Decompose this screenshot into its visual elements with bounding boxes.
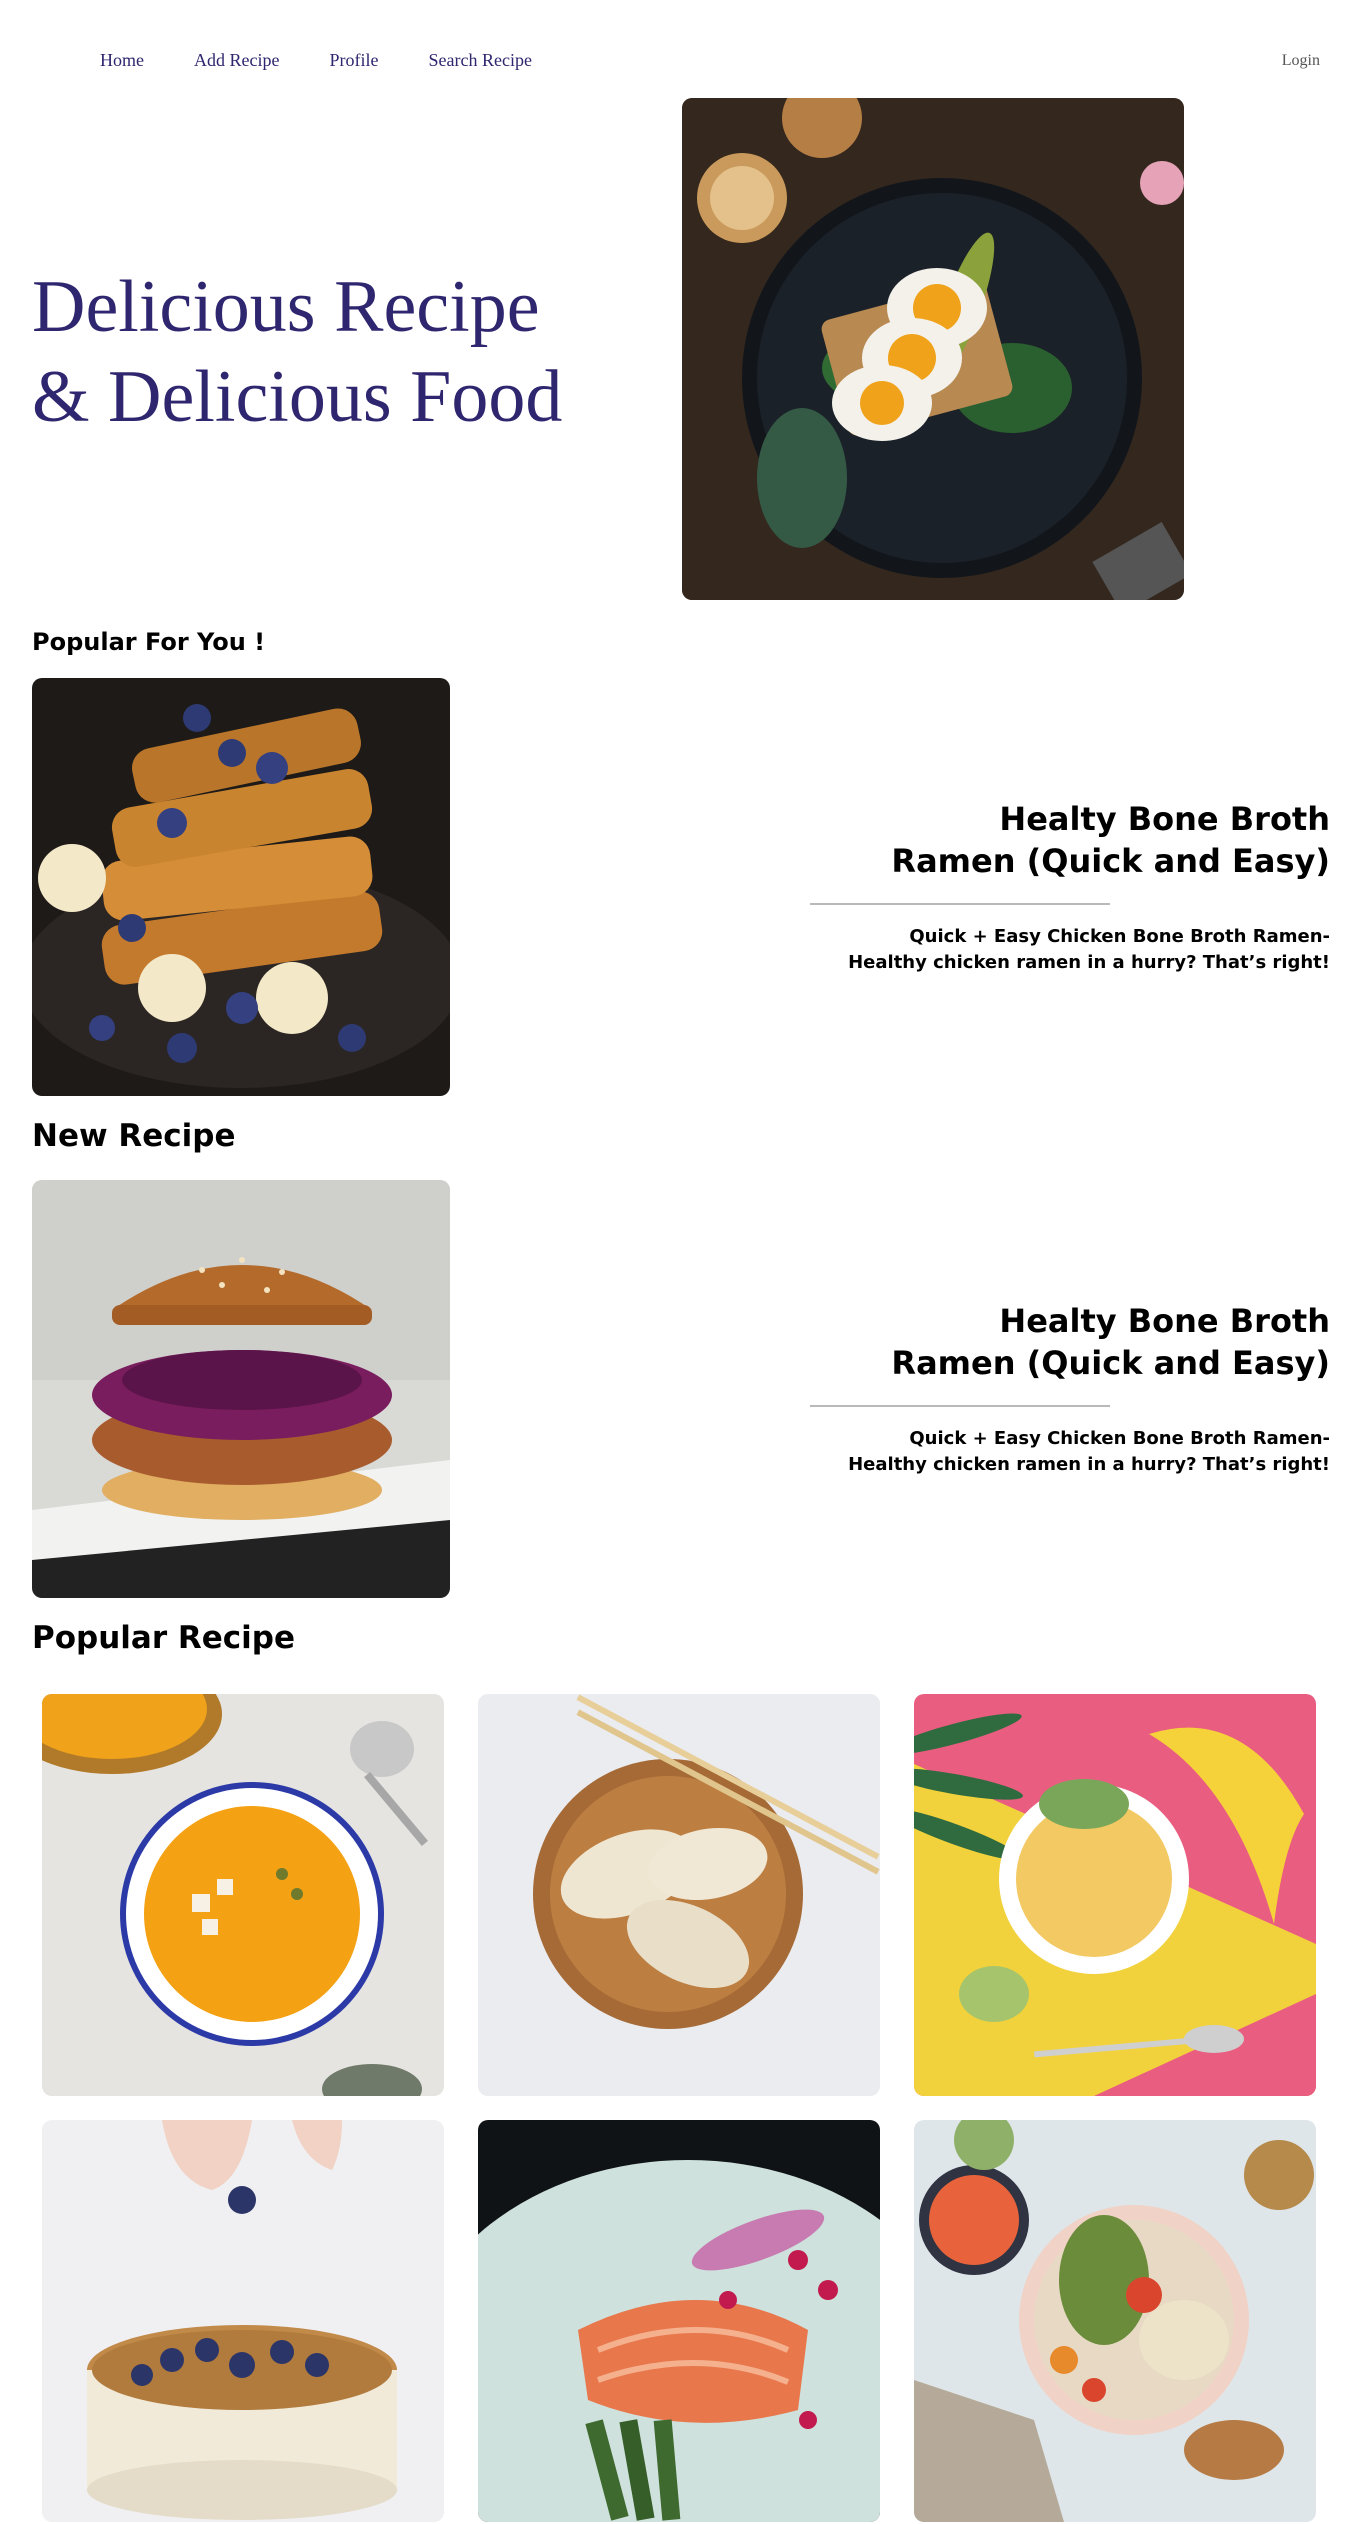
feature-2-desc-line-1: Quick + Easy Chicken Bone Broth Ramen-: [909, 1428, 1330, 1449]
nav-links: Home Add Recipe Profile Search Recipe: [100, 50, 582, 71]
nav-add-recipe-link[interactable]: Add Recipe: [194, 50, 279, 71]
recipe-card-pumpkin-soup[interactable]: [42, 1694, 444, 2096]
feature-1-divider: [810, 903, 1110, 905]
feature-1-desc-line-1: Quick + Easy Chicken Bone Broth Ramen-: [909, 926, 1330, 947]
feature-1-description: Quick + Easy Chicken Bone Broth Ramen- H…: [810, 924, 1330, 976]
recipe-card-dumplings[interactable]: [478, 1694, 880, 2096]
feature-2-title: Healty Bone Broth Ramen (Quick and Easy): [810, 1300, 1330, 1384]
hero-title: Delicious Recipe & Delicious Food: [32, 262, 632, 442]
feature-2-divider: [810, 1405, 1110, 1407]
feature-2-title-line-2: Ramen (Quick and Easy): [891, 1344, 1330, 1382]
feature-2-desc-line-2: Healthy chicken ramen in a hurry? That’s…: [848, 1454, 1330, 1475]
recipe-card-salmon[interactable]: [478, 2120, 880, 2522]
feature-card-2: Healty Bone Broth Ramen (Quick and Easy)…: [810, 1300, 1330, 1480]
feature-1-title-line-1: Healty Bone Broth: [999, 800, 1330, 838]
feature-card-1: Healty Bone Broth Ramen (Quick and Easy)…: [810, 798, 1330, 978]
feature-2-title-line-1: Healty Bone Broth: [999, 1302, 1330, 1340]
feature-1-desc-line-2: Healthy chicken ramen in a hurry? That’s…: [848, 952, 1330, 973]
popular-recipe-heading: Popular Recipe: [32, 1620, 296, 1656]
hero-egg-toast-image: [682, 98, 1184, 600]
nav-home-link[interactable]: Home: [100, 50, 144, 71]
nav-profile-link[interactable]: Profile: [329, 50, 378, 71]
feature-1-title-line-2: Ramen (Quick and Easy): [891, 842, 1330, 880]
nav-search-recipe-link[interactable]: Search Recipe: [428, 50, 531, 71]
new-recipe-heading: New Recipe: [32, 1118, 236, 1154]
login-link[interactable]: Login: [1282, 52, 1320, 70]
burger-image[interactable]: [32, 1180, 450, 1598]
recipe-card-salad-plate[interactable]: [914, 2120, 1316, 2522]
hero-title-line-1: Delicious Recipe: [32, 266, 540, 348]
feature-2-description: Quick + Easy Chicken Bone Broth Ramen- H…: [810, 1426, 1330, 1478]
french-toast-image[interactable]: [32, 678, 450, 1096]
recipe-card-blueberry-cake[interactable]: [42, 2120, 444, 2522]
hero-title-line-2: & Delicious Food: [32, 356, 563, 438]
recipe-card-banana-smoothie-bowl[interactable]: [914, 1694, 1316, 2096]
feature-1-title: Healty Bone Broth Ramen (Quick and Easy): [810, 798, 1330, 882]
popular-for-you-heading: Popular For You !: [32, 628, 266, 656]
